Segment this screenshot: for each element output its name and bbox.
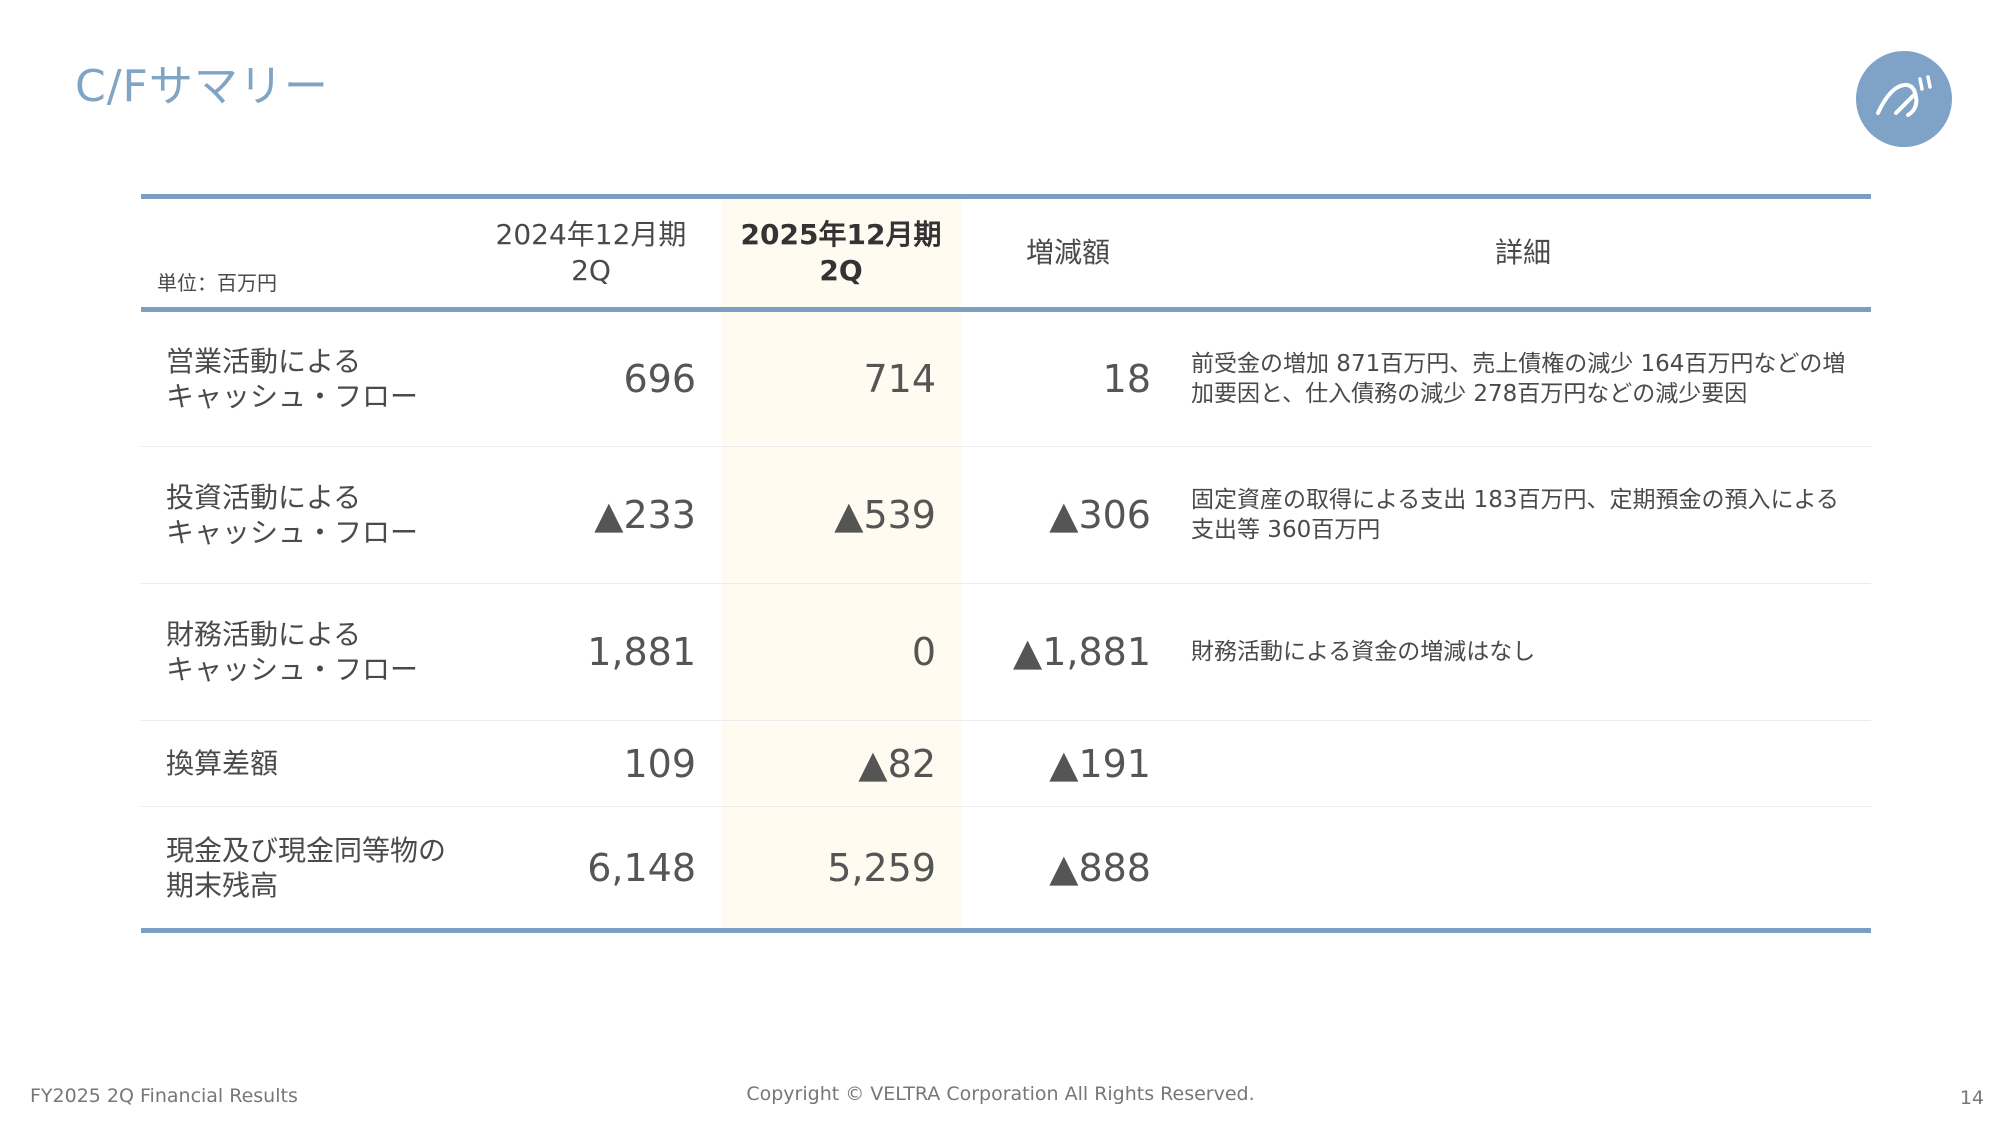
cashflow-table: 単位：百万円 2024年12月期 2Q 2025年12月期 2Q 増減額 詳細 … (141, 194, 1871, 933)
diff-value: ▲306 (1049, 493, 1151, 537)
company-logo (1856, 51, 1952, 147)
detail-text: 財務活動による資金の増減はなし (1191, 639, 1536, 665)
row-label-line1: 投資活動による (166, 481, 362, 514)
row-label-line1: 営業活動による (166, 345, 362, 378)
header-row: 単位：百万円 2024年12月期 2Q 2025年12月期 2Q 増減額 詳細 (141, 197, 1871, 310)
table-row: 現金及び現金同等物の 期末残高 6,148 5,259 ▲888 (141, 807, 1871, 931)
header-prev-period-line1: 2024年12月期 (495, 218, 687, 251)
footer-copyright: Copyright © VELTRA Corporation All Right… (746, 1083, 1255, 1105)
page-number: 14 (1959, 1087, 1984, 1109)
prev-value: 1,881 (587, 630, 696, 674)
table-row: 財務活動による キャッシュ・フロー 1,881 0 ▲1,881 財務活動による… (141, 584, 1871, 721)
row-label-line1: 現金及び現金同等物の (166, 833, 447, 867)
detail-text: 前受金の増加 871百万円、売上債権の減少 164百万円などの増加要因と、仕入債… (1191, 351, 1846, 407)
curr-value: 5,259 (827, 845, 936, 890)
unit-label: 単位：百万円 (157, 271, 277, 295)
row-label: 現金及び現金同等物の 期末残高 (141, 807, 481, 931)
prev-value: ▲233 (594, 493, 696, 537)
header-detail: 詳細 (1494, 236, 1551, 269)
row-label-line1: 換算差額 (166, 747, 279, 780)
detail-text (1175, 721, 1871, 807)
prev-value: 109 (623, 741, 696, 786)
curr-value: 714 (863, 357, 936, 401)
table-header: 単位：百万円 2024年12月期 2Q 2025年12月期 2Q 増減額 詳細 (141, 196, 1871, 310)
logo-icon (1876, 75, 1932, 117)
diff-value: 18 (1102, 357, 1151, 401)
header-curr-period-line1: 2025年12月期 (740, 218, 942, 251)
header-prev-period: 2024年12月期 2Q (481, 197, 721, 310)
header-diff: 増減額 (1025, 236, 1110, 269)
curr-value: ▲82 (858, 741, 936, 786)
table-row: 営業活動による キャッシュ・フロー 696 714 18 前受金の増加 871百… (141, 310, 1871, 447)
table-row: 換算差額 109 ▲82 ▲191 (141, 721, 1871, 807)
page-title: C/Fサマリー (75, 61, 329, 112)
row-label-line1: 財務活動による (166, 618, 362, 651)
curr-value: ▲539 (834, 493, 936, 537)
row-label-line2: キャッシュ・フロー (166, 653, 419, 686)
header-curr-period-line2: 2Q (819, 254, 863, 287)
row-label: 営業活動による キャッシュ・フロー (141, 310, 481, 447)
row-label-line2: 期末残高 (166, 868, 279, 902)
curr-value: 0 (911, 630, 936, 674)
diff-value: ▲888 (1049, 845, 1151, 890)
row-label-line2: キャッシュ・フロー (166, 516, 419, 549)
prev-value: 696 (623, 357, 696, 401)
detail-text (1175, 807, 1871, 931)
diff-value: ▲1,881 (1012, 630, 1151, 674)
row-label: 財務活動による キャッシュ・フロー (141, 584, 481, 721)
row-label: 換算差額 (141, 721, 481, 807)
table-row: 投資活動による キャッシュ・フロー ▲233 ▲539 ▲306 固定資産の取得… (141, 447, 1871, 584)
row-label-line2: キャッシュ・フロー (166, 380, 419, 413)
detail-text: 固定資産の取得による支出 183百万円、定期預金の預入による支出等 360百万円 (1191, 487, 1839, 543)
row-label: 投資活動による キャッシュ・フロー (141, 447, 481, 584)
header-prev-period-line2: 2Q (571, 254, 611, 287)
diff-value: ▲191 (1049, 741, 1151, 786)
prev-value: 6,148 (587, 845, 696, 890)
cashflow-summary-table: 単位：百万円 2024年12月期 2Q 2025年12月期 2Q 増減額 詳細 … (141, 194, 1871, 933)
header-curr-period: 2025年12月期 2Q (721, 197, 961, 310)
